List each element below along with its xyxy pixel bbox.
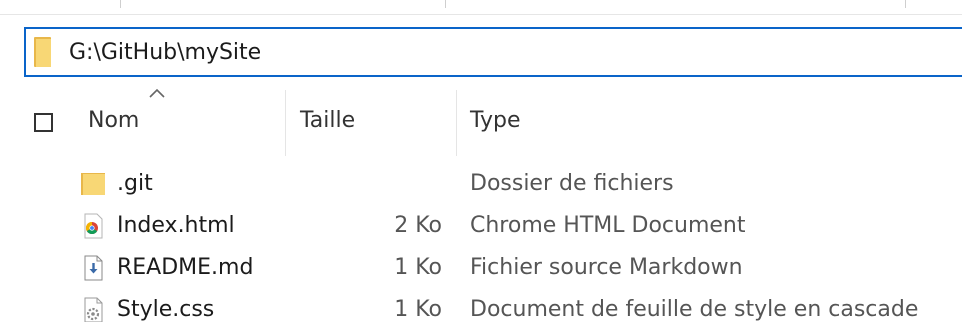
column-header-row: Nom Taille Type <box>0 80 962 160</box>
file-row-style-css[interactable]: Style.css 1 Ko Document de feuille de st… <box>0 291 962 322</box>
column-divider[interactable] <box>456 90 457 156</box>
file-size: 2 Ko <box>394 213 442 238</box>
file-row-index-html[interactable]: Index.html 2 Ko Chrome HTML Document <box>0 207 962 247</box>
file-size: 1 Ko <box>394 255 442 280</box>
file-type: Fichier source Markdown <box>470 255 743 280</box>
toolbar-divider <box>445 0 446 8</box>
file-type: Chrome HTML Document <box>470 213 746 238</box>
chrome-icon <box>84 213 103 239</box>
file-name: README.md <box>117 255 254 280</box>
css-file-icon <box>84 297 103 322</box>
file-row-readme-md[interactable]: README.md 1 Ko Fichier source Markdown <box>0 249 962 289</box>
column-header-name[interactable]: Nom <box>88 106 139 136</box>
folder-icon <box>34 37 51 67</box>
file-type: Document de feuille de style en cascade <box>470 297 919 322</box>
toolbar-divider <box>120 0 121 8</box>
file-type: Dossier de fichiers <box>470 171 674 196</box>
folder-icon <box>81 173 105 195</box>
file-name: Index.html <box>117 213 235 238</box>
file-name: .git <box>117 171 153 196</box>
address-bar[interactable]: G:\GitHub\mySite <box>24 27 962 77</box>
file-explorer-window: G:\GitHub\mySite Nom Taille Type .git Do… <box>0 0 962 322</box>
markdown-file-icon <box>84 255 103 281</box>
column-divider[interactable] <box>285 90 286 156</box>
chevron-up-icon <box>149 88 165 98</box>
address-path[interactable]: G:\GitHub\mySite <box>69 40 261 65</box>
toolbar-divider <box>905 0 906 8</box>
file-row-git[interactable]: .git Dossier de fichiers <box>0 165 962 205</box>
toolbar-clipped <box>0 0 962 15</box>
column-header-type[interactable]: Type <box>470 106 521 136</box>
file-name: Style.css <box>117 297 215 322</box>
file-size: 1 Ko <box>394 297 442 322</box>
select-all-checkbox[interactable] <box>34 113 53 132</box>
column-header-size[interactable]: Taille <box>300 106 355 136</box>
